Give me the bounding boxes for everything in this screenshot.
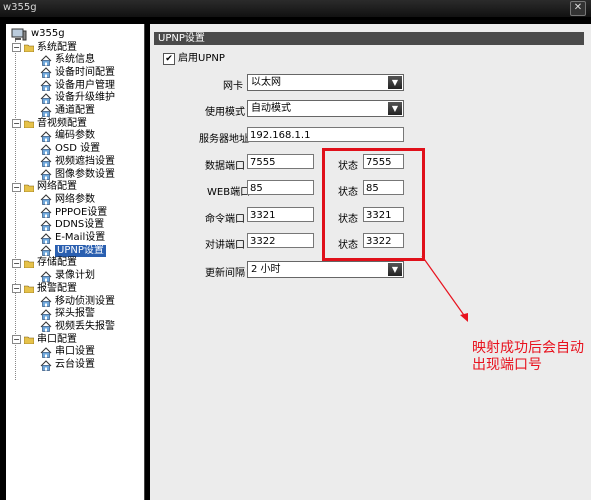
tree-item[interactable]: 串口设置 <box>40 346 95 359</box>
tree-item-label: 通道配置 <box>55 105 95 116</box>
wrench-icon <box>23 335 35 345</box>
house-icon <box>40 67 52 79</box>
tree-item[interactable]: 视频遮挡设置 <box>40 155 115 168</box>
tree-item-label: E-Mail设置 <box>55 232 106 243</box>
title-bar: w355g ✕ <box>0 0 591 18</box>
tree-item[interactable]: 网络参数 <box>40 193 95 206</box>
tree-root-label: w355g <box>31 28 65 39</box>
tree-group-label: 系统配置 <box>37 41 77 53</box>
tree-item[interactable]: 设备用户管理 <box>40 79 115 92</box>
tree-group-3[interactable]: − 存储配置 <box>12 257 77 270</box>
house-icon <box>40 245 52 257</box>
tree-group-2[interactable]: − 网络配置 <box>12 181 77 194</box>
house-icon <box>40 220 52 231</box>
house-icon <box>40 308 52 320</box>
tree-group-label: 串口配置 <box>37 333 77 345</box>
tree-item[interactable]: 探头报警 <box>40 308 95 321</box>
wrench-icon <box>23 43 35 53</box>
tree-item-label: 设备时间配置 <box>55 66 115 78</box>
house-icon <box>40 131 52 142</box>
tree-item-label: PPPOE设置 <box>55 206 108 218</box>
tree-item[interactable]: PPPOE设置 <box>40 206 107 219</box>
house-icon <box>40 143 52 155</box>
tree-item[interactable]: 编码参数 <box>40 130 95 143</box>
collapse-icon[interactable]: − <box>12 284 21 294</box>
tree-item[interactable]: OSD 设置 <box>40 143 100 156</box>
collapse-icon[interactable]: − <box>12 182 21 192</box>
tree-item[interactable]: 录像计划 <box>40 270 95 283</box>
tree-group-4[interactable]: − 报警配置 <box>12 282 77 295</box>
house-icon <box>40 347 52 358</box>
tree-item-label: 串口设置 <box>55 346 95 358</box>
tree-item-label: 编码参数 <box>55 130 95 142</box>
tree-item[interactable]: 云台设置 <box>40 359 95 372</box>
tree-item[interactable]: 设备升级维护 <box>40 92 115 105</box>
tree-item[interactable]: 视频丢失报警 <box>40 320 115 333</box>
tree-item[interactable]: 通道配置 <box>40 105 95 118</box>
tree-group-1[interactable]: − 音视频配置 <box>12 117 87 130</box>
house-icon <box>40 207 52 218</box>
tree-item-label: OSD 设置 <box>55 143 101 155</box>
tree-item[interactable]: DDNS设置 <box>40 219 104 232</box>
close-button[interactable]: ✕ <box>570 1 586 16</box>
tree-group-5[interactable]: − 串口配置 <box>12 333 77 346</box>
tree-item-label: DDNS设置 <box>55 219 105 231</box>
collapse-icon[interactable]: − <box>12 43 21 52</box>
house-icon <box>40 169 52 180</box>
tree-item-label: UPNP设置 <box>55 244 106 257</box>
tree-group-label: 存储配置 <box>37 257 77 269</box>
tree-group-label: 音视频配置 <box>37 117 87 129</box>
tree-group-label: 报警配置 <box>37 282 77 294</box>
settings-panel: UPNP设置 ✔ 启用UPNP 网卡 以太网 ▼ 使用模式 自动模式 ▼ 服务器… <box>150 24 591 500</box>
tree-group-0[interactable]: − 系统配置 <box>12 41 77 54</box>
tree-root[interactable]: w355g <box>11 27 65 41</box>
tree-item-label: 系统信息 <box>55 54 95 66</box>
tree-item[interactable]: UPNP设置 <box>40 244 106 257</box>
tree-item-label: 视频遮挡设置 <box>55 155 115 167</box>
computer-icon <box>11 28 27 40</box>
house-icon <box>40 296 52 307</box>
house-icon <box>40 80 52 91</box>
house-icon <box>40 232 52 244</box>
tree-connector <box>15 40 16 380</box>
tree-item-label: 云台设置 <box>55 359 95 370</box>
tree-item-label: 设备升级维护 <box>55 92 115 104</box>
house-icon <box>40 194 52 206</box>
tree-item-label: 探头报警 <box>55 308 95 320</box>
tree-item-label: 移动侦测设置 <box>55 295 115 307</box>
annotation-text: 映射成功后会自动出现端口号 <box>472 340 584 373</box>
house-icon <box>40 270 52 282</box>
house-icon <box>40 156 52 168</box>
collapse-icon[interactable]: − <box>12 335 21 345</box>
house-icon <box>40 359 52 371</box>
wrench-icon <box>23 119 35 129</box>
tree-item[interactable]: 移动侦测设置 <box>40 295 115 308</box>
wrench-icon <box>23 259 35 269</box>
house-icon <box>40 105 52 117</box>
collapse-icon[interactable]: − <box>12 119 21 129</box>
tree-item[interactable]: 设备时间配置 <box>40 66 115 79</box>
tree-item-label: 网络参数 <box>55 193 95 205</box>
house-icon <box>40 54 52 66</box>
annotation-arrow <box>421 255 468 322</box>
wrench-icon <box>23 183 35 192</box>
tree-item-label: 录像计划 <box>55 270 95 282</box>
tree-item[interactable]: E-Mail设置 <box>40 232 105 245</box>
house-icon <box>40 93 52 104</box>
config-tree: w355g − 系统配置 系统信息 设备时间配置 设备用户管理 设备升级维护 通道配置 − 音视… <box>6 24 145 500</box>
house-icon <box>40 321 52 333</box>
wrench-icon <box>23 284 35 294</box>
tree-item[interactable]: 系统信息 <box>40 54 95 67</box>
collapse-icon[interactable]: − <box>12 258 21 268</box>
tree-item[interactable]: 图像参数设置 <box>40 168 115 181</box>
tree-item-label: 设备用户管理 <box>55 79 115 91</box>
tree-item-label: 视频丢失报警 <box>55 320 115 332</box>
tree-group-label: 网络配置 <box>37 181 77 193</box>
window-title: w355g <box>3 2 37 13</box>
tree-item-label: 图像参数设置 <box>55 168 115 180</box>
